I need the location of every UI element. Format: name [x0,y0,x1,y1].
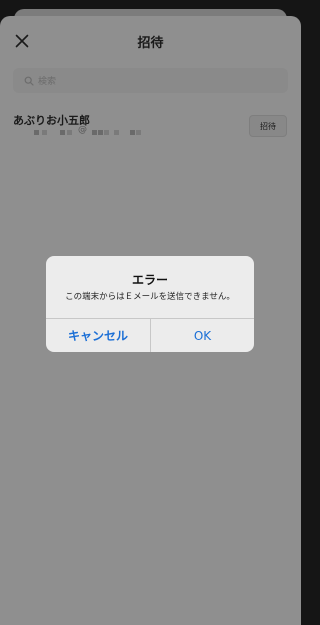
ok-button[interactable]: OK [151,319,254,352]
sheet-header: 招待 [0,16,301,62]
cancel-button[interactable]: キャンセル [46,319,150,352]
alert-message: この端末からはＥメールを送信できません。 [65,292,235,302]
error-alert-dialog: エラー この端末からはＥメールを送信できません。 キャンセル OK [46,256,254,352]
search-icon [24,76,34,86]
contact-email-redacted: @ [34,125,144,137]
alert-title: エラー [131,273,168,287]
invite-button[interactable]: 招待 [249,115,287,137]
search-input[interactable]: 検索 [13,68,288,93]
screen: 招待 検索 あぶりお小五郎 @ 招待 エラー この端末からはＥメールを送信できま… [0,0,301,625]
page-title: 招待 [137,36,164,51]
search-placeholder: 検索 [38,77,57,87]
